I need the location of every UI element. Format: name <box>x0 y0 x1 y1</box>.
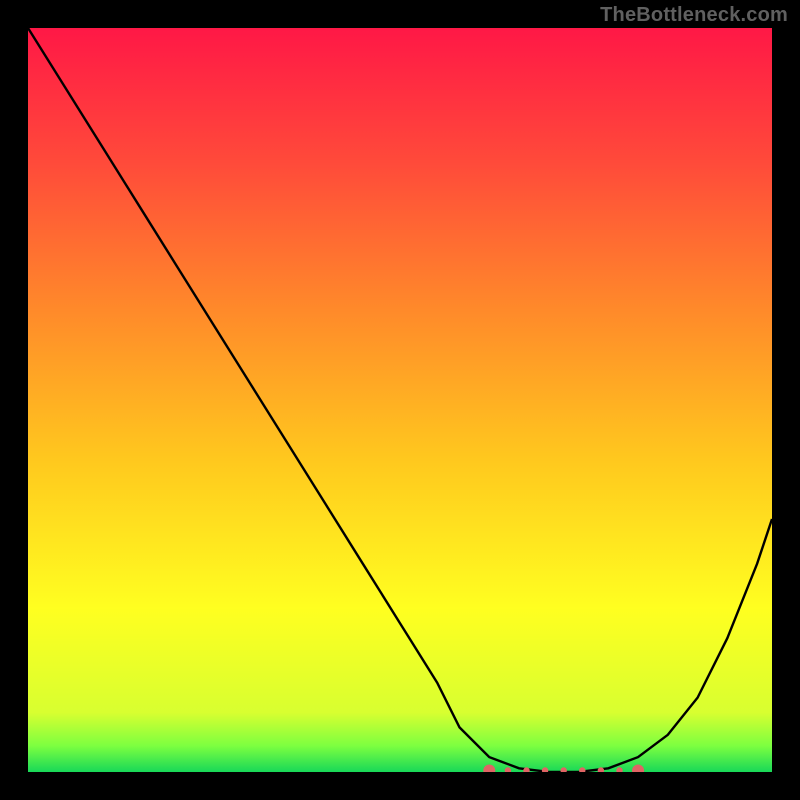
gradient-background <box>28 28 772 772</box>
chart-svg <box>28 28 772 772</box>
chart-container: TheBottleneck.com <box>0 0 800 800</box>
watermark-text: TheBottleneck.com <box>600 4 788 27</box>
plot-area <box>28 28 772 772</box>
